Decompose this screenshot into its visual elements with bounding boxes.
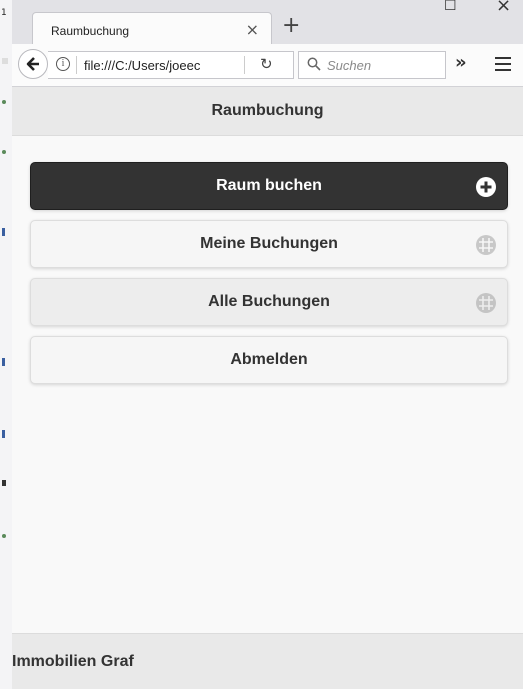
search-placeholder: Suchen [327,58,372,73]
meine-buchungen-button[interactable]: Meine Buchungen [30,220,508,268]
reload-icon[interactable]: ↻ [260,55,273,73]
back-button[interactable] [18,49,48,79]
back-arrow-icon [26,57,39,71]
browser-tab[interactable]: Raumbuchung × [32,12,272,46]
strip-char: 1 [1,8,7,18]
strip-mark [2,58,8,64]
page-footer: Immobilien Graf [12,633,523,689]
strip-mark [2,534,6,538]
search-icon [307,57,321,71]
tab-close-icon[interactable]: × [246,20,259,39]
button-label: Meine Buchungen [200,235,338,252]
overflow-menu-icon[interactable]: » [455,52,467,73]
strip-mark [2,358,5,366]
strip-mark [2,480,6,486]
url-text[interactable]: file:///C:/Users/joeec [84,58,234,73]
plus-icon [476,177,496,197]
browser-navbar: i file:///C:/Users/joeec ↻ Suchen » [12,44,523,87]
strip-mark [2,228,5,236]
browser-titlebar: ☐ × Raumbuchung × + [12,0,523,46]
button-label: Abmelden [230,351,308,368]
url-divider [244,56,245,74]
web-page: Raumbuchung Raum buchen Meine Buchungen … [12,87,523,689]
main-menu: Raum buchen Meine Buchungen Alle Buchung… [12,136,523,633]
strip-mark [2,430,5,438]
close-window-icon[interactable]: × [496,0,511,15]
address-bar[interactable]: i file:///C:/Users/joeec ↻ [48,51,294,79]
strip-mark [2,150,6,154]
maximize-icon[interactable]: ☐ [444,0,457,13]
button-label: Alle Buchungen [208,293,330,310]
abmelden-button[interactable]: Abmelden [30,336,508,384]
info-icon[interactable]: i [56,57,70,71]
hamburger-menu-icon[interactable] [495,57,511,71]
page-title: Raumbuchung [12,87,523,136]
button-label: Raum buchen [216,177,322,194]
alle-buchungen-button[interactable]: Alle Buchungen [30,278,508,326]
tab-title: Raumbuchung [51,24,130,38]
url-divider [76,56,77,74]
grid-icon [476,235,496,255]
new-tab-icon[interactable]: + [282,15,300,37]
strip-mark [2,100,6,104]
search-input[interactable]: Suchen [298,51,446,79]
grid-icon [476,293,496,313]
raum-buchen-button[interactable]: Raum buchen [30,162,508,210]
footer-text: Immobilien Graf [12,652,134,670]
titlebar-overlap [12,0,182,10]
